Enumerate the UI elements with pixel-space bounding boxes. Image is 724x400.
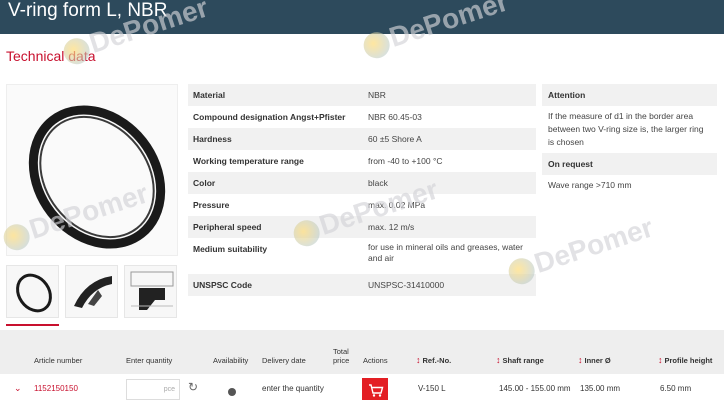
column-header-actions: Actions [363,356,388,365]
column-header-inner[interactable]: ↕ Inner Ø [578,355,611,365]
column-header-shaft[interactable]: ↕ Shaft range [496,355,544,365]
sort-icon: ↕ [496,355,501,365]
column-header-total-line1: Total [333,347,349,356]
spec-value: 60 ±5 Shore A [368,134,422,144]
thumbnail-active-indicator [6,324,59,326]
spec-value: NBR 60.45-03 [368,112,422,122]
ref-no-value: V-150 L [418,384,446,393]
spec-value: from -40 to +100 °C [368,156,443,166]
column-header-availability: Availability [213,356,249,365]
attention-text: If the measure of d1 in the border area … [548,111,704,147]
spec-row-pressure: Pressure max. 0.02 MPa [188,194,536,216]
refresh-icon[interactable]: ↻ [188,380,198,394]
spec-label: Working temperature range [193,156,304,166]
spec-value: NBR [368,90,386,100]
column-header-inner-label: Inner Ø [584,356,611,365]
spec-label: UNSPSC Code [193,280,253,290]
column-header-profile-label: Profile height [664,356,713,365]
spec-label: Color [193,178,216,188]
on-request-title: On request [542,153,717,175]
column-header-article: Article number [34,356,83,365]
shaft-range-value: 145.00 - 155.00 mm [499,384,571,393]
attention-title: Attention [542,84,717,106]
spec-value: max. 0.02 MPa [368,200,426,210]
spec-row-medium: Medium suitability for use in mineral oi… [188,238,536,268]
inner-diameter-value: 135.00 mm [580,384,621,393]
add-to-cart-button[interactable] [362,378,388,400]
column-header-delivery: Delivery date [262,356,306,365]
sort-icon: ↕ [416,355,421,365]
spec-label: Pressure [193,200,230,210]
column-header-quantity: Enter quantity [126,356,173,365]
column-header-ref[interactable]: ↕ Ref.-No. [416,355,451,365]
availability-indicator [228,388,236,396]
spec-value: for use in mineral oils and greases, wat… [368,242,523,263]
product-title: V-ring form L, NBR [8,0,168,21]
cart-icon [369,384,384,397]
thumbnail-ring[interactable] [6,265,59,318]
spec-row-temperature: Working temperature range from -40 to +1… [188,150,536,172]
column-header-ref-label: Ref.-No. [422,356,452,365]
spec-label: Material [193,90,226,100]
sort-icon: ↕ [658,355,663,365]
column-header-profile[interactable]: ↕ Profile height [658,355,712,365]
attention-box: Attention If the measure of d1 in the bo… [542,84,717,153]
on-request-box: On request Wave range >710 mm [542,153,717,196]
profile-height-value: 6.50 mm [660,384,692,393]
table-row: ⌄ 1152150150 pce ↻ enter the quantity V-… [0,374,724,400]
spec-value: black [368,178,388,188]
spec-row-hardness: Hardness 60 ±5 Shore A [188,128,536,150]
column-header-total-line2: price [333,356,350,365]
product-main-image[interactable] [6,84,178,256]
spec-label: Hardness [193,134,232,144]
spec-label: Peripheral speed [193,222,262,232]
spec-value: max. 12 m/s [368,222,415,232]
thumbnail-profile[interactable] [65,265,118,318]
spec-label: Compound designation Angst+Pfister [193,112,346,122]
column-header-shaft-label: Shaft range [502,356,544,365]
article-number-link[interactable]: 1152150150 [34,384,78,393]
on-request-text: Wave range >710 mm [548,180,632,190]
spec-row-compound: Compound designation Angst+Pfister NBR 6… [188,106,536,128]
article-table-header: Article number Enter quantity Availabili… [0,330,724,374]
sort-icon: ↕ [578,355,583,365]
expand-chevron-icon[interactable]: ⌄ [14,383,22,394]
thumbnail-cross-section[interactable] [124,265,177,318]
spec-label: Medium suitability [193,244,268,254]
spec-row-unspsc: UNSPSC Code UNSPSC-31410000 [188,274,536,296]
quantity-input[interactable]: pce [126,379,180,400]
page-header: V-ring form L, NBR [0,0,724,34]
delivery-date-text: enter the quantity [262,384,324,393]
spec-row-material: Material NBR [188,84,536,106]
section-title: Technical data [6,48,96,64]
spec-row-speed: Peripheral speed max. 12 m/s [188,216,536,238]
spec-value: UNSPSC-31410000 [368,280,445,290]
spec-row-color: Color black [188,172,536,194]
